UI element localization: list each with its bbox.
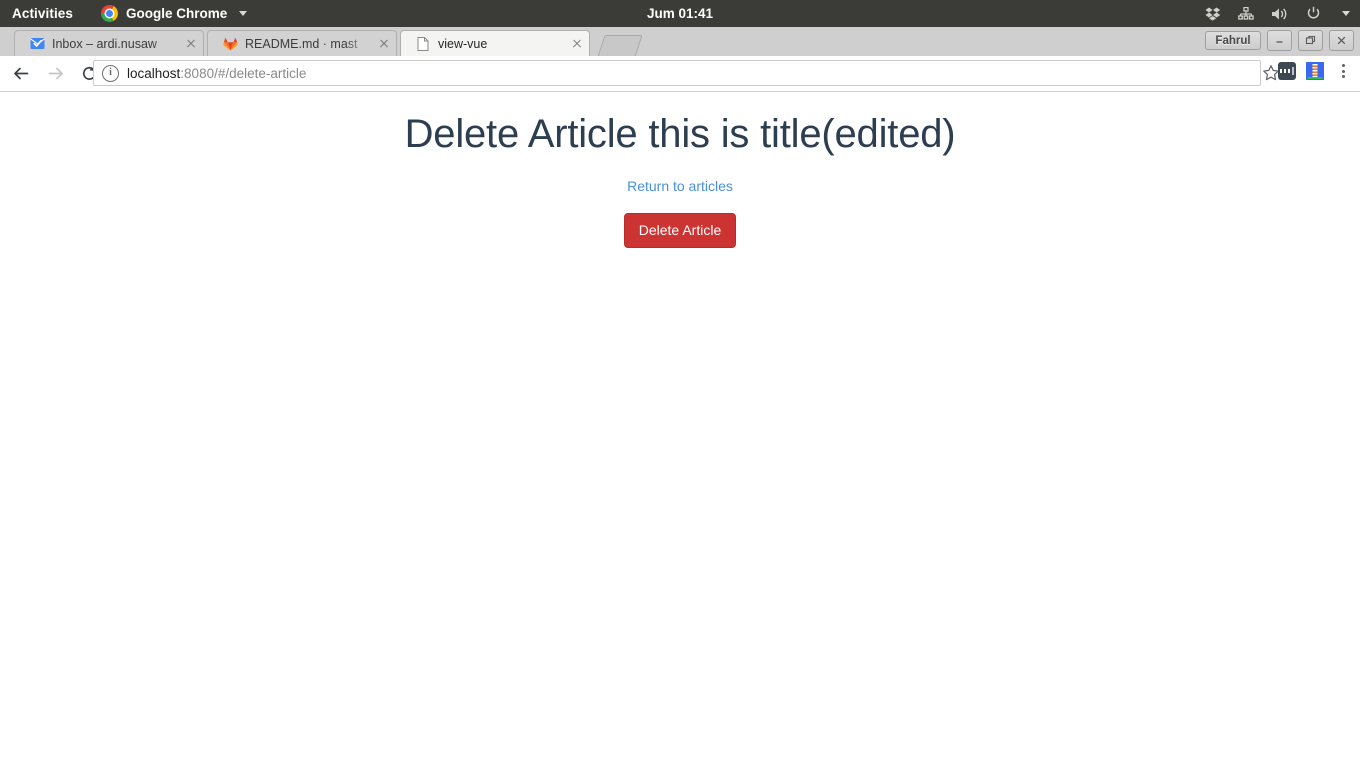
window-controls: Fahrul [1205, 30, 1354, 51]
extension-dark-icon[interactable] [1278, 62, 1296, 80]
browser-toolbar: i localhost:8080/#/delete-article [0, 56, 1360, 92]
page-info-icon[interactable]: i [102, 64, 119, 82]
chrome-logo-icon [101, 5, 119, 22]
close-icon[interactable] [569, 36, 585, 52]
extension-lighthouse-icon[interactable] [1306, 62, 1324, 80]
system-menu-chevron-icon[interactable] [1342, 11, 1350, 16]
dropbox-icon[interactable] [1205, 7, 1221, 21]
url-path: :8080/#/delete-article [180, 65, 307, 81]
browser-tab-view-vue[interactable]: view-vue [400, 30, 590, 56]
extension-icons [1278, 62, 1352, 80]
close-button[interactable] [1329, 30, 1354, 51]
return-link-row: Return to articles [0, 158, 1360, 196]
tab-label: README.md · mast [245, 36, 358, 51]
app-menu-chrome[interactable]: Google Chrome [101, 5, 248, 22]
network-icon[interactable] [1238, 6, 1254, 21]
delete-article-view: Delete Article this is title(edited) Ret… [0, 92, 1360, 248]
address-bar[interactable]: i localhost:8080/#/delete-article [93, 60, 1261, 86]
gitlab-icon [222, 36, 238, 52]
back-button[interactable] [4, 57, 38, 91]
gnome-top-bar: Activities Google Chrome Jum 01:41 [0, 0, 1360, 27]
tab-label: view-vue [438, 36, 488, 51]
minimize-button[interactable] [1267, 30, 1292, 51]
activities-button[interactable]: Activities [12, 6, 73, 21]
delete-button-row: Delete Article [0, 196, 1360, 248]
tab-label: Inbox – ardi.nusaw [52, 36, 157, 51]
app-menu-label: Google Chrome [126, 6, 228, 21]
return-to-articles-link[interactable]: Return to articles [627, 178, 733, 194]
browser-tab-gitlab[interactable]: README.md · mast [207, 30, 397, 56]
chrome-menu-icon[interactable] [1334, 62, 1352, 80]
power-icon[interactable] [1306, 6, 1321, 21]
browser-tab-strip: Inbox – ardi.nusaw README.md · mast view… [0, 27, 1360, 57]
forward-button [38, 57, 72, 91]
system-tray [1205, 6, 1350, 21]
browser-tab-gmail[interactable]: Inbox – ardi.nusaw [14, 30, 204, 56]
maximize-button[interactable] [1298, 30, 1323, 51]
page-title: Delete Article this is title(edited) [404, 112, 956, 156]
new-tab-button[interactable] [597, 35, 643, 57]
gmail-icon [29, 36, 45, 52]
close-icon[interactable] [376, 36, 392, 52]
profile-button[interactable]: Fahrul [1205, 31, 1261, 50]
address-bar-url: localhost:8080/#/delete-article [127, 66, 306, 81]
volume-icon[interactable] [1271, 7, 1289, 21]
document-icon [415, 36, 431, 52]
screen: Activities Google Chrome Jum 01:41 Inbox… [0, 0, 1360, 768]
chevron-down-icon [239, 11, 248, 16]
delete-article-button[interactable]: Delete Article [623, 213, 737, 248]
url-host: localhost [127, 65, 181, 81]
close-icon[interactable] [183, 36, 199, 52]
page-viewport: Delete Article this is title(edited) Ret… [0, 92, 1360, 768]
